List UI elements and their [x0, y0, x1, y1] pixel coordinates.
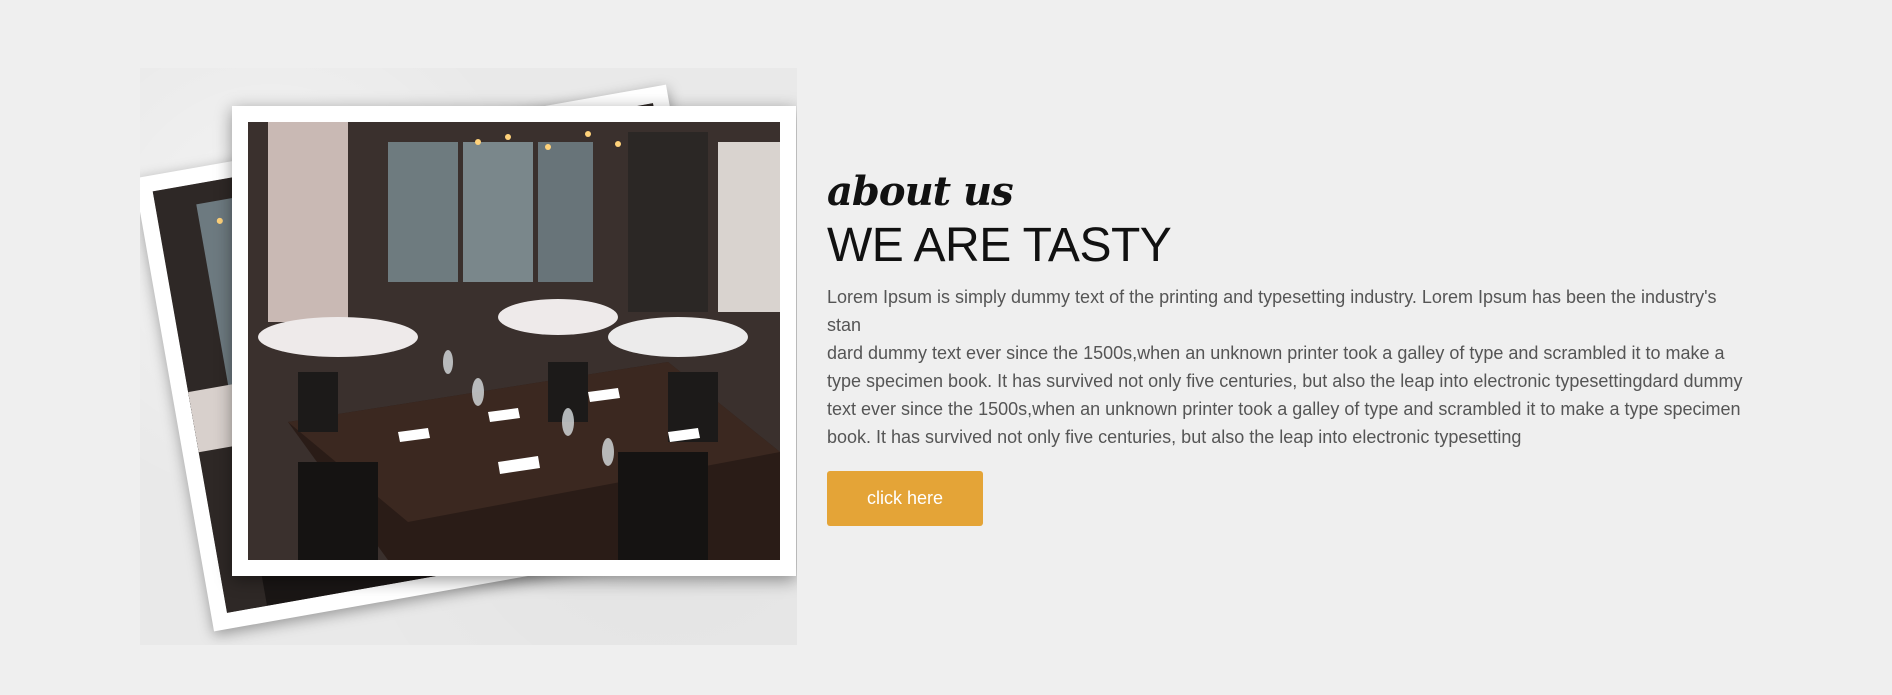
- about-paragraph-line: dard dummy text ever since the 1500s,whe…: [827, 342, 1743, 447]
- about-eyebrow: about us: [827, 168, 1014, 215]
- front-photo-frame: [232, 106, 796, 576]
- about-paragraph-line: Lorem Ipsum is simply dummy text of the …: [827, 286, 1717, 335]
- about-text-block: about us WE ARE TASTY Lorem Ipsum is sim…: [827, 170, 1747, 526]
- restaurant-photo-front: [248, 122, 780, 560]
- about-section: about us WE ARE TASTY Lorem Ipsum is sim…: [0, 0, 1892, 695]
- about-heading: WE ARE TASTY: [827, 219, 1172, 272]
- photo-collage: [140, 68, 797, 645]
- about-paragraph: Lorem Ipsum is simply dummy text of the …: [827, 283, 1747, 451]
- click-here-button[interactable]: click here: [827, 470, 983, 526]
